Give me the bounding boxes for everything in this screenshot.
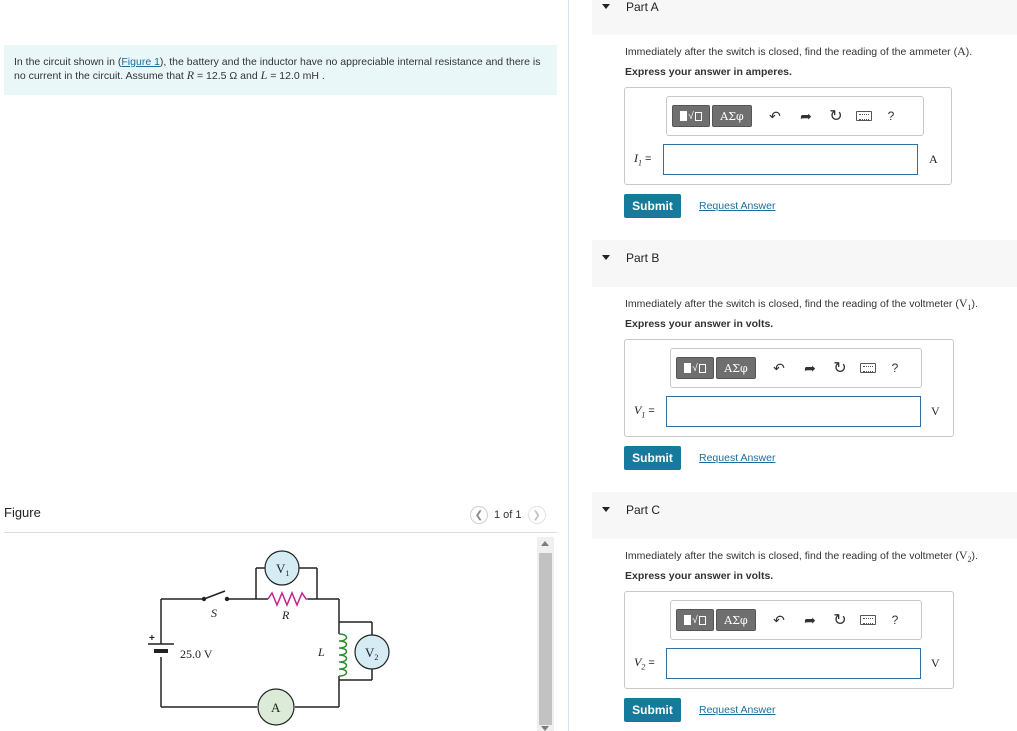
part-a-request-answer-link[interactable]: Request Answer [699,200,775,212]
keyboard-icon[interactable] [857,609,879,631]
undo-icon[interactable]: ↶ [766,357,792,379]
inductor [338,633,348,677]
undo-icon[interactable]: ↶ [762,105,788,127]
part-c-answer-input[interactable] [666,648,921,679]
part-c-header[interactable]: Part C [592,492,1017,539]
intro-text: In the circuit shown in ( [14,56,122,68]
keyboard-icon[interactable] [857,357,879,379]
math-toolbar: √ ΑΣφ ↶ ➦ ↻ ? [670,600,922,640]
pager-count: 1 of 1 [494,509,522,521]
switch-blade [203,590,226,600]
math-toolbar: √ ΑΣφ ↶ ➦ ↻ ? [666,96,924,136]
resistor-label: R [281,608,290,622]
help-button[interactable]: ? [887,609,903,631]
part-a-answer-input[interactable] [663,144,918,175]
scroll-up-icon[interactable] [541,541,549,546]
part-b-instruction: Express your answer in volts. [625,318,774,330]
templates-button[interactable]: √ [676,609,714,631]
part-c-submit-button[interactable]: Submit [624,698,681,722]
part-a-header[interactable]: Part A [592,0,1017,35]
intro-end: . [318,70,325,82]
templates-button[interactable]: √ [672,105,710,127]
figure-divider [4,532,557,533]
part-a-submit-button[interactable]: Submit [624,194,681,218]
part-a-title: Part A [626,0,659,14]
caret-down-icon [602,4,610,9]
figure-title: Figure [4,505,41,520]
part-c-title: Part C [626,503,661,517]
figure-scrollbar[interactable] [537,537,554,731]
part-c-request-answer-link[interactable]: Request Answer [699,704,775,716]
battery-voltage-label: 25.0 V [180,647,213,661]
part-c-instruction: Express your answer in volts. [625,570,774,582]
redo-icon[interactable]: ➦ [797,357,823,379]
undo-icon[interactable]: ↶ [766,609,792,631]
part-b-unit: V [931,404,940,418]
switch-contact-right [224,596,230,602]
part-b-submit-button[interactable]: Submit [624,446,681,470]
column-divider [568,0,569,731]
help-button[interactable]: ? [887,357,903,379]
part-a-variable: I1 = [634,151,652,168]
prev-figure-button[interactable]: ❮ [470,506,488,524]
ammeter-label: A [271,700,281,715]
part-a-unit: A [929,152,938,166]
math-toolbar: √ ΑΣφ ↶ ➦ ↻ ? [670,348,922,388]
inductor-label: L [317,645,325,659]
redo-icon[interactable]: ➦ [797,609,823,631]
figure-link[interactable]: Figure 1 [121,56,160,68]
l-value: = 12.0 mH [267,70,319,82]
caret-down-icon [602,255,610,260]
part-a-question: Immediately after the switch is closed, … [625,44,973,58]
next-figure-button[interactable]: ❯ [527,506,546,524]
greek-symbols-button[interactable]: ΑΣφ [716,357,756,379]
part-c-unit: V [931,656,940,670]
greek-symbols-button[interactable]: ΑΣφ [716,609,756,631]
part-c-answer-box: √ ΑΣφ ↶ ➦ ↻ ? V2 = V [624,591,954,689]
circuit-wires [160,567,373,708]
keyboard-icon[interactable] [853,105,875,127]
part-a-instruction: Express your answer in amperes. [625,66,792,78]
part-b-request-answer-link[interactable]: Request Answer [699,452,775,464]
help-button[interactable]: ? [883,105,899,127]
reset-icon[interactable]: ↻ [827,357,853,379]
part-c-question: Immediately after the switch is closed, … [625,548,978,565]
part-a-answer-box: √ ΑΣφ ↶ ➦ ↻ ? I1 = A [624,87,952,185]
switch-label: S [211,606,217,620]
part-b-header[interactable]: Part B [592,240,1017,287]
part-b-variable: V1 = [634,403,655,420]
caret-down-icon [602,507,610,512]
circuit-diagram: S R + 25.0 V L V1 V2 A [148,550,390,726]
battery-plus: + [149,633,155,644]
reset-icon[interactable]: ↻ [827,609,853,631]
templates-button[interactable]: √ [676,357,714,379]
part-b-question: Immediately after the switch is closed, … [625,296,978,313]
part-b-answer-box: √ ΑΣφ ↶ ➦ ↻ ? V1 = V [624,339,954,437]
reset-icon[interactable]: ↻ [823,105,849,127]
r-value: = 12.5 Ω and [194,70,261,82]
scrollbar-thumb[interactable] [539,553,552,725]
r-symbol: R [186,68,195,82]
part-b-answer-input[interactable] [666,396,921,427]
resistor [267,591,308,607]
figure-pager: ❮ 1 of 1 ❯ [470,506,546,524]
redo-icon[interactable]: ➦ [793,105,819,127]
part-c-variable: V2 = [634,655,655,672]
scroll-down-icon[interactable] [541,726,549,731]
part-b-title: Part B [626,251,660,265]
problem-statement: In the circuit shown in (Figure 1), the … [4,45,557,95]
greek-symbols-button[interactable]: ΑΣφ [712,105,752,127]
